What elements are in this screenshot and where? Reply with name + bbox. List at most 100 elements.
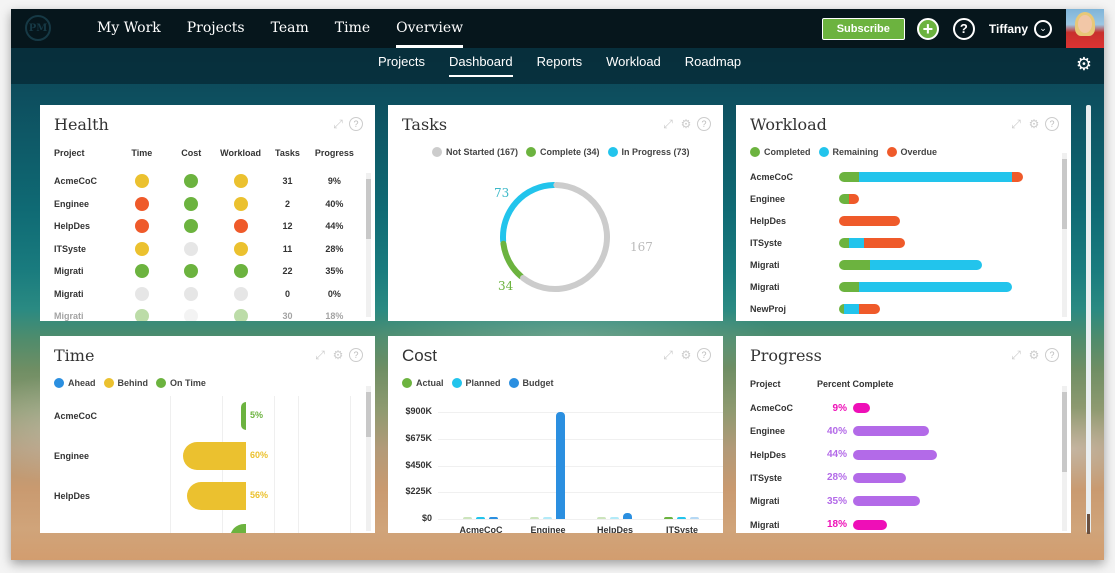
table-row[interactable]: AcmeCoC 31 9% (54, 170, 359, 193)
workload-segment-overdue[interactable] (849, 194, 860, 204)
chevron-down-circle-icon[interactable]: ⌄ (1034, 19, 1052, 38)
legend-item[interactable]: On Time (156, 378, 206, 388)
cost-bar-planned[interactable] (677, 516, 686, 519)
legend-item[interactable]: Ahead (54, 378, 96, 388)
legend-item[interactable]: Planned (451, 378, 501, 388)
table-row[interactable]: HelpDes 12 44% (54, 215, 359, 238)
cost-bar-planned[interactable] (543, 517, 552, 519)
time-bar[interactable] (183, 442, 246, 470)
gear-icon[interactable]: ⚙ (679, 348, 693, 362)
subnav-reports[interactable]: Reports (525, 48, 595, 84)
user-name[interactable]: Tiffany (989, 22, 1028, 36)
question-circle-icon[interactable]: ? (952, 17, 975, 40)
time-bar[interactable] (240, 402, 246, 430)
help-icon[interactable]: ? (697, 348, 711, 362)
workload-segment-completed[interactable] (839, 194, 850, 204)
page-scrollbar[interactable] (1086, 105, 1091, 533)
subnav-projects[interactable]: Projects (366, 48, 437, 84)
table-row[interactable]: Migrati 22 35% (54, 260, 359, 283)
help-icon[interactable]: ? (349, 117, 363, 131)
gear-icon[interactable]: ⚙ (1027, 348, 1041, 362)
expand-icon[interactable]: ⤢ (1009, 348, 1023, 362)
workload-segment-overdue[interactable] (1012, 172, 1023, 182)
expand-icon[interactable]: ⤢ (331, 117, 345, 131)
gear-icon[interactable]: ⚙ (1076, 54, 1092, 75)
workload-row[interactable]: ITSyste (750, 236, 906, 250)
workload-segment-completed[interactable] (839, 238, 850, 248)
logo[interactable]: PM (25, 15, 51, 41)
legend-item[interactable]: Budget (508, 378, 554, 388)
nav-team[interactable]: Team (260, 9, 320, 48)
nav-my-work[interactable]: My Work (86, 9, 172, 48)
cost-bar-budget[interactable] (623, 513, 632, 519)
cost-bar-budget[interactable] (690, 517, 699, 519)
workload-row[interactable]: Migrati (750, 280, 1013, 294)
workload-segment-remaining[interactable] (869, 260, 982, 270)
time-scrollbar[interactable] (366, 386, 371, 531)
table-row[interactable]: ITSyste 11 28% (54, 238, 359, 261)
help-icon[interactable]: ? (1045, 348, 1059, 362)
scroll-thumb[interactable] (366, 179, 371, 239)
cost-bar-planned[interactable] (476, 517, 485, 519)
workload-segment-remaining[interactable] (849, 238, 865, 248)
table-row[interactable]: Enginee 2 40% (54, 193, 359, 216)
cost-bar-planned[interactable] (610, 517, 619, 519)
scroll-thumb[interactable] (366, 392, 371, 437)
cost-bar-actual[interactable] (664, 517, 673, 519)
cost-bar-actual[interactable] (530, 517, 539, 519)
time-bar[interactable] (187, 482, 246, 510)
workload-segment-completed[interactable] (839, 172, 860, 182)
health-scrollbar[interactable] (366, 173, 371, 317)
table-row[interactable]: Migrati 30 18% (54, 305, 359, 321)
gear-icon[interactable]: ⚙ (331, 348, 345, 362)
progress-row[interactable]: Migrati 35% (750, 494, 920, 508)
workload-row[interactable]: AcmeCoC (750, 170, 1023, 184)
subnav-dashboard[interactable]: Dashboard (437, 48, 525, 84)
nav-time[interactable]: Time (324, 9, 381, 48)
workload-row[interactable]: Migrati (750, 258, 982, 272)
scroll-thumb[interactable] (1062, 159, 1067, 229)
help-icon[interactable]: ? (1045, 117, 1059, 131)
workload-segment-remaining[interactable] (859, 282, 1013, 292)
subscribe-button[interactable]: Subscribe (821, 17, 905, 40)
time-bar[interactable] (230, 524, 246, 533)
cost-bar-actual[interactable] (463, 517, 472, 519)
workload-segment-remaining[interactable] (844, 304, 860, 314)
legend-item[interactable]: Behind (103, 378, 148, 388)
expand-icon[interactable]: ⤢ (313, 348, 327, 362)
scroll-thumb[interactable] (1062, 392, 1067, 472)
progress-scrollbar[interactable] (1062, 386, 1067, 531)
expand-icon[interactable]: ⤢ (661, 348, 675, 362)
nav-overview[interactable]: Overview (385, 9, 474, 48)
cost-bar-budget[interactable] (489, 517, 498, 519)
workload-segment-remaining[interactable] (859, 172, 1013, 182)
workload-segment-completed[interactable] (839, 260, 870, 270)
nav-projects[interactable]: Projects (176, 9, 256, 48)
donut-slice-not-started[interactable] (520, 182, 610, 292)
workload-row[interactable]: Enginee (750, 192, 860, 206)
progress-row[interactable]: Migrati 18% (750, 518, 888, 532)
expand-icon[interactable]: ⤢ (1009, 117, 1023, 131)
gear-icon[interactable]: ⚙ (1027, 117, 1041, 131)
cost-bar-actual[interactable] (597, 517, 606, 519)
workload-segment-completed[interactable] (839, 282, 860, 292)
workload-segment-overdue[interactable] (859, 304, 880, 314)
workload-row[interactable]: HelpDes (750, 214, 901, 228)
progress-row[interactable]: Enginee 40% (750, 424, 929, 438)
progress-row[interactable]: HelpDes 44% (750, 448, 937, 462)
donut-slice-in-progress[interactable] (500, 182, 557, 245)
subnav-workload[interactable]: Workload (594, 48, 673, 84)
subnav-roadmap[interactable]: Roadmap (673, 48, 753, 84)
workload-segment-overdue[interactable] (864, 238, 906, 248)
donut-slice-complete[interactable] (500, 240, 524, 280)
plus-circle-icon[interactable]: + (916, 17, 939, 40)
cost-bar-budget[interactable] (556, 412, 565, 519)
help-icon[interactable]: ? (349, 348, 363, 362)
legend-item[interactable]: Remaining (818, 147, 879, 157)
progress-row[interactable]: ITSyste 28% (750, 471, 907, 485)
legend-item[interactable]: Completed (750, 147, 811, 157)
page-scrollbar-thumb[interactable] (1087, 514, 1090, 534)
workload-scrollbar[interactable] (1062, 153, 1067, 317)
table-row[interactable]: Migrati 0 0% (54, 283, 359, 306)
workload-segment-overdue[interactable] (839, 216, 901, 226)
